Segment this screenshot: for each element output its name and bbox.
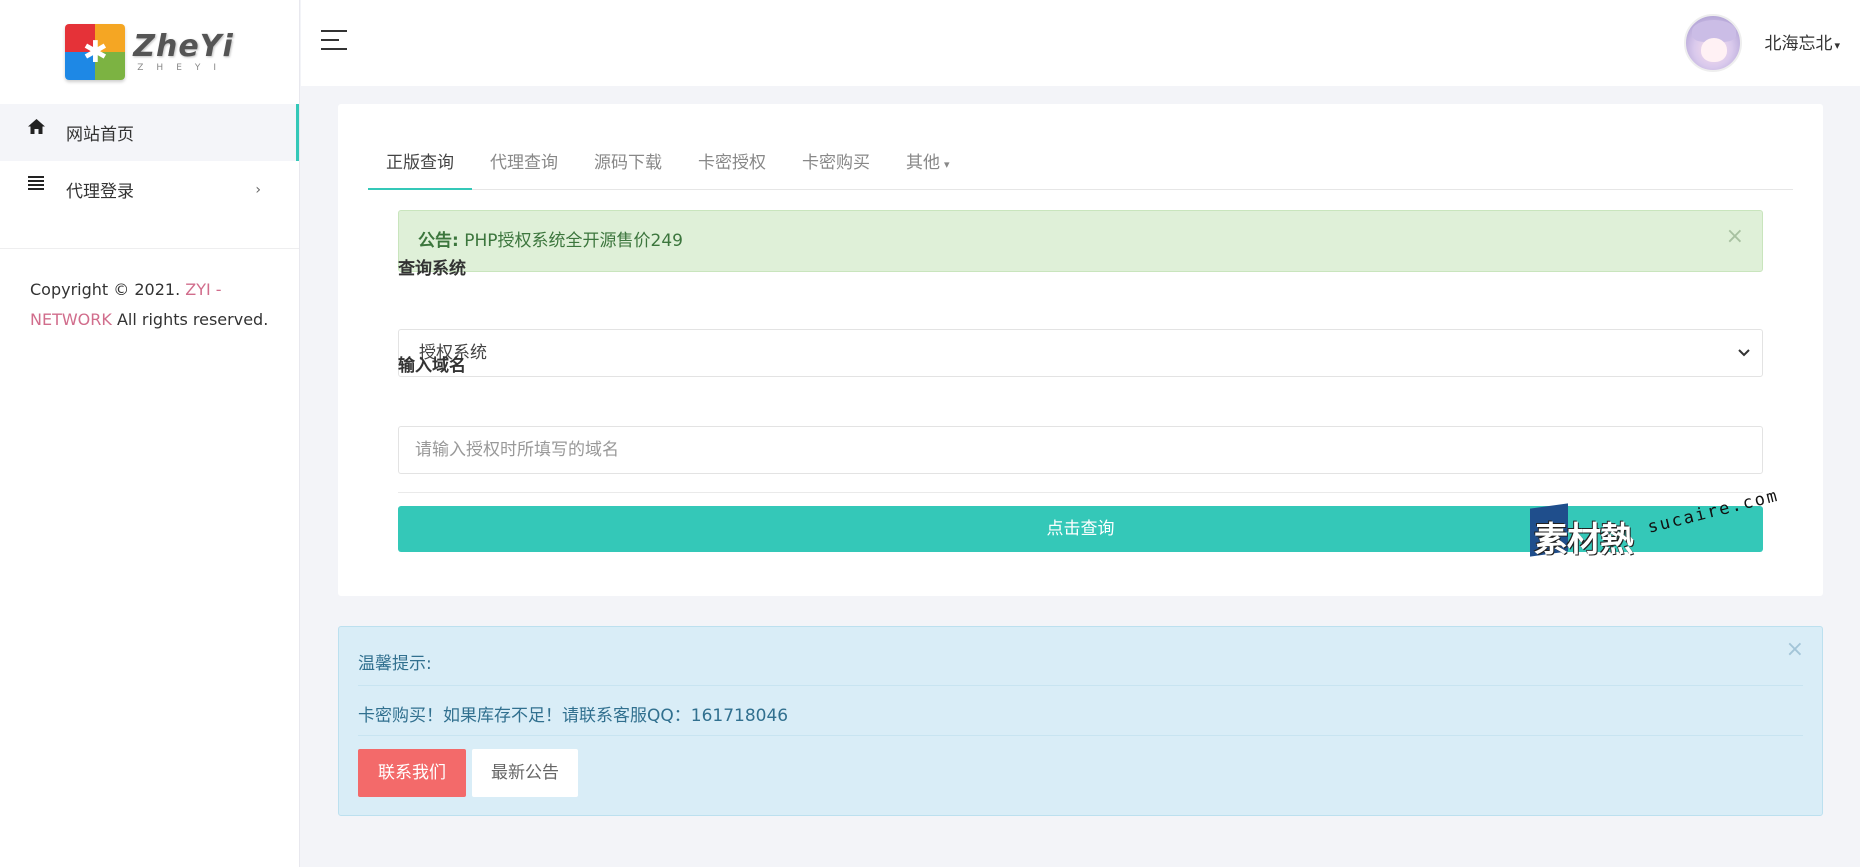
caret-down-icon: ▾: [1834, 39, 1840, 52]
tab-agent-query[interactable]: 代理查询: [472, 140, 576, 190]
close-icon[interactable]: ×: [1786, 637, 1804, 662]
close-icon[interactable]: ×: [1726, 211, 1744, 263]
tab-genuine-query[interactable]: 正版查询: [368, 140, 472, 190]
system-select[interactable]: 授权系统: [398, 329, 1763, 377]
logo-subtitle: ZHEYI: [137, 63, 230, 73]
tab-source-download[interactable]: 源码下载: [576, 140, 680, 190]
menu-toggle-icon[interactable]: [321, 30, 347, 52]
avatar[interactable]: [1684, 14, 1742, 72]
tab-card-authorize[interactable]: 卡密授权: [680, 140, 784, 190]
logo-title: ZheYi: [133, 29, 234, 64]
tab-card-purchase[interactable]: 卡密购买: [784, 140, 888, 190]
domain-label: 输入域名: [398, 356, 466, 376]
list-icon: [28, 176, 48, 195]
top-header: 北海忘北 ▾: [301, 0, 1860, 86]
chevron-right-icon: ›: [255, 181, 261, 198]
user-menu[interactable]: 北海忘北 ▾: [1764, 29, 1840, 54]
announcement-text: PHP授权系统全开源售价249: [458, 231, 683, 251]
tips-title: 温馨提示:: [358, 654, 432, 674]
form-divider: [398, 492, 1763, 493]
caret-down-icon: ▾: [944, 158, 950, 171]
latest-news-button[interactable]: 最新公告: [472, 749, 578, 797]
system-label: 查询系统: [398, 259, 466, 279]
tab-other[interactable]: 其他 ▾: [888, 140, 968, 190]
chevron-down-icon: [1738, 330, 1750, 376]
tips-divider: [358, 685, 1803, 686]
copyright: Copyright © 2021. ZYI - NETWORK All righ…: [30, 280, 269, 329]
tips-alert: 温馨提示: × 卡密购买！如果库存不足！请联系客服QQ：161718046 联系…: [338, 626, 1823, 816]
query-button[interactable]: 点击查询: [398, 506, 1763, 552]
logo-icon: ✱: [65, 24, 126, 80]
announcement-prefix: 公告:: [418, 231, 459, 251]
tab-bar: 正版查询 代理查询 源码下载 卡密授权 卡密购买 其他 ▾: [368, 140, 1793, 190]
domain-input[interactable]: [398, 426, 1763, 474]
tips-message: 卡密购买！如果库存不足！请联系客服QQ：161718046: [358, 706, 789, 726]
logo[interactable]: ✱ ZheYi ZHEYI: [0, 0, 299, 104]
sidebar-item-home[interactable]: 网站首页: [0, 104, 299, 161]
sidebar: ✱ ZheYi ZHEYI 网站首页 代理登录 › Copyright © 20…: [0, 0, 300, 867]
announcement-alert: 公告: PHP授权系统全开源售价249 ×: [398, 210, 1763, 272]
home-icon: [28, 119, 48, 138]
sidebar-item-agent-login[interactable]: 代理登录 ›: [0, 161, 299, 218]
user-name: 北海忘北: [1764, 34, 1833, 54]
sidebar-item-label: 网站首页: [66, 125, 134, 145]
query-card: 正版查询 代理查询 源码下载 卡密授权 卡密购买 其他 ▾ 公告: PHP授权系统…: [338, 104, 1823, 596]
tips-divider: [358, 735, 1803, 736]
contact-us-button[interactable]: 联系我们: [358, 749, 466, 797]
sidebar-item-label: 代理登录: [66, 182, 134, 202]
